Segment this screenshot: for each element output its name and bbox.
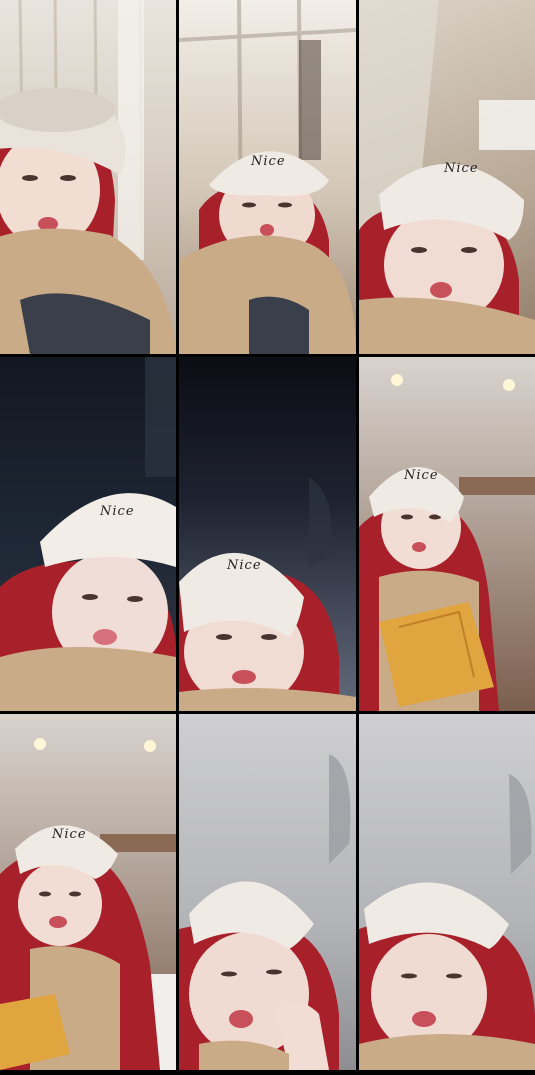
photo-tile-4: Nice xyxy=(0,357,176,711)
person-illustration: Nice xyxy=(0,357,176,711)
cap-print: Nice xyxy=(403,468,439,483)
person-illustration xyxy=(359,774,535,1070)
photo-grid: Nice Nice Nice Nice Nice Nice xyxy=(0,0,535,1075)
cap-print: Nice xyxy=(250,154,286,169)
cap-print: Nice xyxy=(99,504,135,519)
cap-print: Nice xyxy=(226,558,262,573)
photo-tile-2: Nice xyxy=(179,0,356,354)
person-illustration: Nice xyxy=(359,374,535,711)
person-illustration xyxy=(0,0,176,354)
cap-print: Nice xyxy=(51,827,87,842)
person-illustration xyxy=(179,754,351,1070)
photo-tile-9 xyxy=(359,714,535,1070)
photo-tile-8 xyxy=(179,714,356,1070)
person-illustration: Nice xyxy=(0,738,176,1070)
person-illustration: Nice xyxy=(359,0,535,354)
person-illustration: Nice xyxy=(179,0,356,354)
photo-tile-1 xyxy=(0,0,176,354)
person-illustration: Nice xyxy=(179,477,356,711)
photo-tile-5: Nice xyxy=(179,357,356,711)
photo-tile-3: Nice xyxy=(359,0,535,354)
photo-tile-7: Nice xyxy=(0,714,176,1070)
photo-tile-6: Nice xyxy=(359,357,535,711)
cap-print: Nice xyxy=(443,161,479,176)
